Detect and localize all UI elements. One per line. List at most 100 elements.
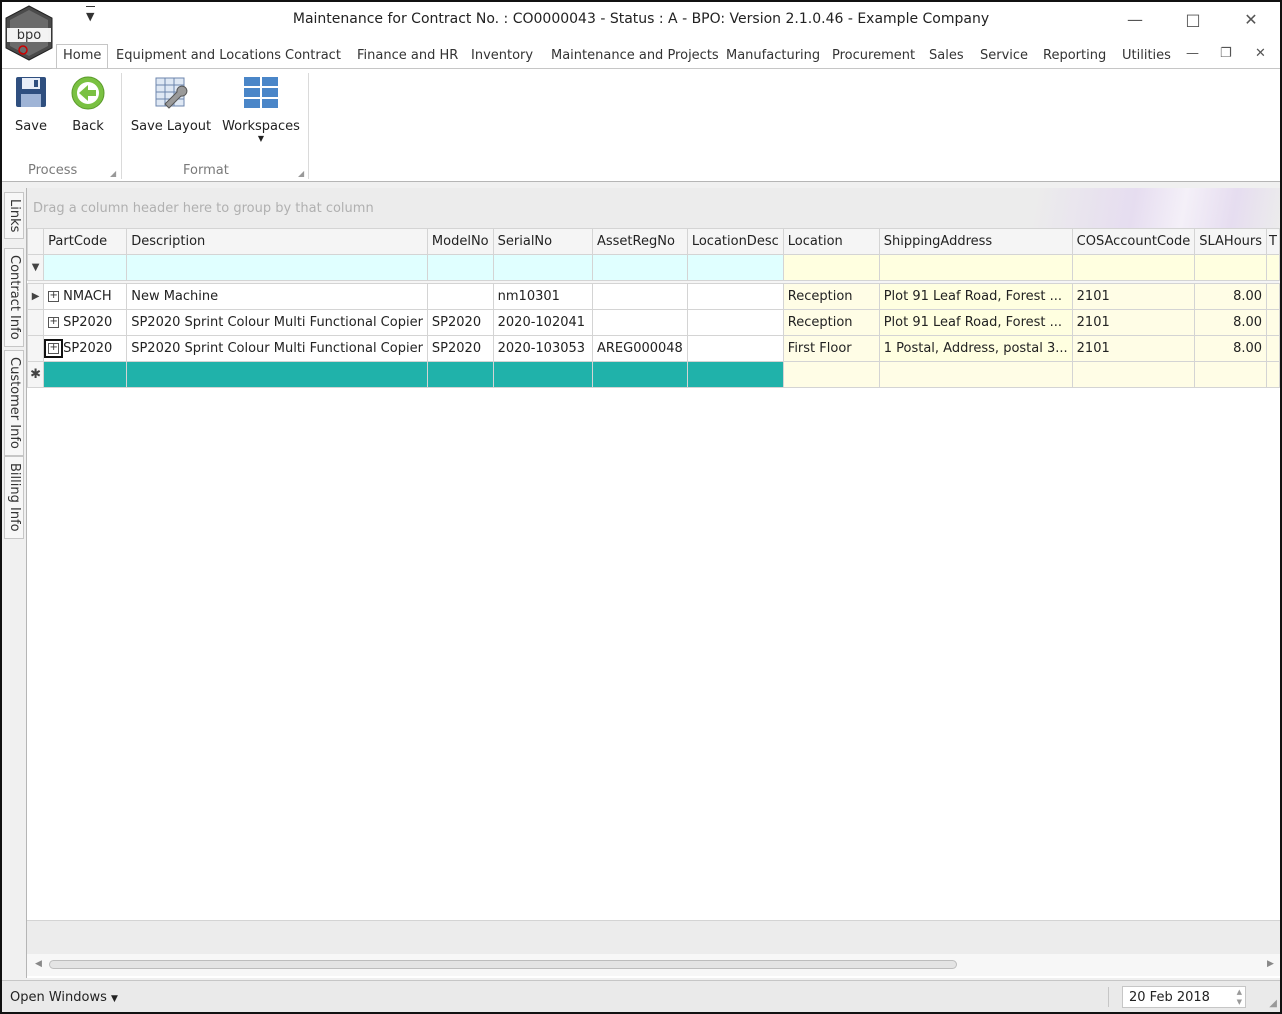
column-header-assetregno[interactable]: AssetRegNo: [591, 228, 688, 255]
column-header-modelno[interactable]: ModelNo: [426, 228, 494, 255]
maximize-button[interactable]: □: [1178, 8, 1208, 32]
date-spinner-icon[interactable]: ▲ ▼: [1237, 987, 1242, 1007]
cell-shippingaddress[interactable]: Plot 91 Leaf Road, Forest ...: [878, 283, 1073, 310]
cell-partcode[interactable]: + SP2020: [43, 335, 128, 362]
filter-cell[interactable]: [591, 254, 688, 281]
cell-truncated[interactable]: [1266, 309, 1280, 336]
cell-truncated[interactable]: [1266, 283, 1280, 310]
cell-modelno[interactable]: SP2020: [426, 335, 494, 362]
open-windows-menu[interactable]: Open Windows ▼: [10, 990, 118, 1005]
back-button[interactable]: Back: [66, 75, 110, 134]
cell-cosaccountcode[interactable]: 2101: [1071, 309, 1196, 336]
new-row-cell[interactable]: [43, 361, 128, 388]
tab-service[interactable]: Service: [980, 46, 1028, 68]
tab-manufacturing[interactable]: Manufacturing: [726, 46, 820, 68]
cell-description[interactable]: New Machine: [126, 283, 428, 310]
side-tab-links[interactable]: Links: [4, 192, 24, 240]
filter-cell[interactable]: [1194, 254, 1268, 281]
cell-locationdesc[interactable]: [686, 335, 784, 362]
new-row-cell[interactable]: [591, 361, 688, 388]
new-row-cell[interactable]: [1266, 361, 1280, 388]
tab-procurement[interactable]: Procurement: [832, 46, 915, 68]
column-header-truncated[interactable]: T: [1266, 228, 1280, 255]
tab-inventory[interactable]: Inventory: [471, 46, 533, 68]
cell-serialno[interactable]: 2020-103053: [492, 335, 593, 362]
tab-utilities[interactable]: Utilities: [1122, 46, 1171, 68]
cell-slahours[interactable]: 8.00: [1194, 335, 1268, 362]
filter-cell[interactable]: [492, 254, 593, 281]
tab-sales[interactable]: Sales: [929, 46, 964, 68]
workspaces-button[interactable]: Workspaces ▼: [222, 75, 300, 143]
new-row-cell[interactable]: [782, 361, 880, 388]
cell-shippingaddress[interactable]: 1 Postal, Address, postal 3...: [878, 335, 1073, 362]
column-header-partcode[interactable]: PartCode: [43, 228, 128, 255]
cell-slahours[interactable]: 8.00: [1194, 283, 1268, 310]
cell-partcode[interactable]: + NMACH: [43, 283, 128, 310]
app-logo[interactable]: bpo: [4, 4, 54, 62]
filter-cell[interactable]: [126, 254, 428, 281]
expand-row-icon[interactable]: +: [48, 317, 60, 328]
filter-cell[interactable]: [43, 254, 128, 281]
scroll-left-icon[interactable]: ◀: [35, 959, 42, 969]
tab-maintenance-and-projects[interactable]: Maintenance and Projects: [551, 46, 719, 68]
new-row-cell[interactable]: [126, 361, 428, 388]
tab-contract[interactable]: Contract: [285, 46, 341, 68]
cell-shippingaddress[interactable]: Plot 91 Leaf Road, Forest ...: [878, 309, 1073, 336]
new-row-cell[interactable]: [426, 361, 494, 388]
cell-partcode[interactable]: + SP2020: [43, 309, 128, 336]
table-row[interactable]: + SP2020 SP2020 Sprint Colour Multi Funct…: [26, 309, 1280, 336]
mdi-restore-icon[interactable]: ❐: [1220, 46, 1232, 61]
minimize-button[interactable]: —: [1120, 8, 1150, 32]
cell-cosaccountcode[interactable]: 2101: [1071, 283, 1196, 310]
dialog-launcher-icon[interactable]: ◢: [298, 169, 304, 178]
new-row-cell[interactable]: [492, 361, 593, 388]
cell-locationdesc[interactable]: [686, 309, 784, 336]
filter-cell[interactable]: [878, 254, 1073, 281]
column-header-description[interactable]: Description: [126, 228, 428, 255]
new-row-cell[interactable]: [878, 361, 1073, 388]
filter-cell[interactable]: [686, 254, 784, 281]
column-header-cosaccountcode[interactable]: COSAccountCode: [1071, 228, 1196, 255]
column-header-slahours[interactable]: SLAHours: [1194, 228, 1268, 255]
cell-slahours[interactable]: 8.00: [1194, 309, 1268, 336]
save-button[interactable]: Save: [10, 75, 52, 134]
tab-reporting[interactable]: Reporting: [1043, 46, 1106, 68]
mdi-minimize-icon[interactable]: —: [1186, 46, 1199, 61]
size-grip-icon[interactable]: ◢: [1269, 998, 1277, 1009]
new-row-cell[interactable]: [686, 361, 784, 388]
filter-cell[interactable]: [782, 254, 880, 281]
save-layout-button[interactable]: Save Layout: [128, 75, 214, 134]
date-field[interactable]: 20 Feb 2018 ▲ ▼: [1122, 986, 1246, 1008]
filter-cell[interactable]: [426, 254, 494, 281]
cell-assetregno[interactable]: [591, 283, 688, 310]
column-header-location[interactable]: Location: [782, 228, 880, 255]
cell-serialno[interactable]: 2020-102041: [492, 309, 593, 336]
horizontal-scrollbar[interactable]: ◀ ▶: [27, 954, 1280, 976]
expand-row-icon[interactable]: +: [44, 339, 64, 358]
filter-cell[interactable]: [1071, 254, 1196, 281]
cell-location[interactable]: Reception: [782, 309, 880, 336]
side-tab-customer-info[interactable]: Customer Info: [4, 350, 24, 456]
scroll-right-icon[interactable]: ▶: [1267, 959, 1274, 969]
new-row-cell[interactable]: [1071, 361, 1196, 388]
cell-modelno[interactable]: SP2020: [426, 309, 494, 336]
table-row[interactable]: ▶ + NMACH New Machine nm10301 Reception P…: [26, 283, 1280, 310]
group-by-panel[interactable]: Drag a column header here to group by th…: [27, 188, 1280, 228]
side-tab-contract-info[interactable]: Contract Info: [4, 248, 24, 347]
new-row-cell[interactable]: [1194, 361, 1268, 388]
close-button[interactable]: ✕: [1236, 8, 1266, 32]
side-tab-billing-info[interactable]: Billing Info: [4, 456, 24, 539]
cell-assetregno[interactable]: [591, 309, 688, 336]
filter-cell[interactable]: [1266, 254, 1280, 281]
cell-truncated[interactable]: [1266, 335, 1280, 362]
cell-description[interactable]: SP2020 Sprint Colour Multi Functional Co…: [126, 309, 428, 336]
column-header-locationdesc[interactable]: LocationDesc: [686, 228, 784, 255]
cell-cosaccountcode[interactable]: 2101: [1071, 335, 1196, 362]
cell-assetregno[interactable]: AREG000048: [591, 335, 688, 362]
scrollbar-thumb[interactable]: [49, 960, 957, 969]
tab-equipment-and-locations[interactable]: Equipment and Locations: [116, 46, 281, 68]
cell-serialno[interactable]: nm10301: [492, 283, 593, 310]
cell-location[interactable]: First Floor: [782, 335, 880, 362]
cell-description[interactable]: SP2020 Sprint Colour Multi Functional Co…: [126, 335, 428, 362]
column-header-serialno[interactable]: SerialNo: [492, 228, 593, 255]
